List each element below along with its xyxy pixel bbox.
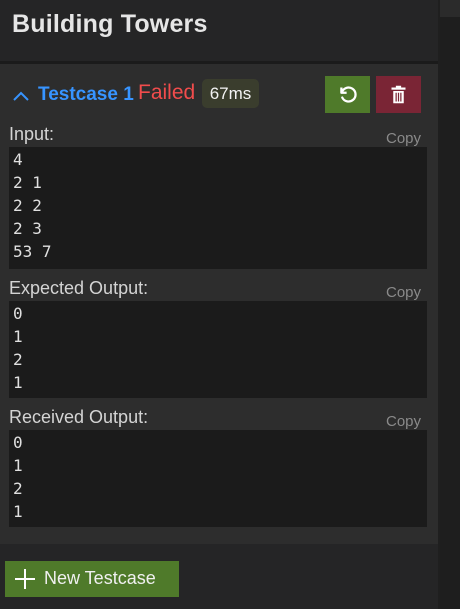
input-line: 4	[13, 150, 23, 169]
problem-title: Building Towers	[12, 10, 208, 38]
trash-icon	[391, 85, 406, 104]
input-box[interactable]: 4 2 1 2 2 2 3 53 7	[9, 147, 427, 269]
input-label: Input:	[9, 124, 55, 144]
new-testcase-label: New Testcase	[44, 568, 156, 588]
delete-button[interactable]	[376, 76, 421, 113]
expected-output-box[interactable]: 0 1 2 1	[9, 301, 427, 398]
received-line: 1	[13, 502, 23, 521]
expected-line: 2	[13, 350, 23, 369]
scrollbar-thumb[interactable]	[440, 0, 460, 17]
input-copy-button[interactable]: Copy	[386, 130, 421, 147]
chevron-up-icon[interactable]	[12, 90, 30, 102]
rerun-icon	[340, 86, 357, 103]
received-line: 2	[13, 479, 23, 498]
scrollbar[interactable]	[440, 0, 460, 609]
input-line: 53 7	[13, 242, 52, 261]
testcase-panel: Building Towers Testcase 1 Failed 67ms I…	[0, 0, 438, 609]
received-output-box[interactable]: 0 1 2 1	[9, 430, 427, 527]
received-line: 1	[13, 456, 23, 475]
expected-line: 1	[13, 373, 23, 392]
new-testcase-button[interactable]: New Testcase	[5, 561, 179, 597]
testcase-name[interactable]: Testcase 1	[38, 84, 134, 106]
app-window: Building Towers Testcase 1 Failed 67ms I…	[0, 0, 460, 609]
testcase-status: Failed	[138, 81, 196, 104]
rerun-button[interactable]	[325, 76, 370, 113]
testcase-card: Testcase 1 Failed 67ms Input: Copy 4 2 1…	[0, 64, 438, 544]
expected-copy-button[interactable]: Copy	[386, 284, 421, 301]
input-line: 2 3	[13, 219, 42, 238]
execution-time-badge: 67ms	[202, 79, 259, 108]
testcase-header: Testcase 1 Failed 67ms	[0, 76, 438, 116]
expected-line: 0	[13, 304, 23, 323]
received-copy-button[interactable]: Copy	[386, 413, 421, 430]
expected-line: 1	[13, 327, 23, 346]
expected-output-label: Expected Output:	[9, 278, 149, 298]
received-line: 0	[13, 433, 23, 452]
input-line: 2 1	[13, 173, 42, 192]
plus-icon	[15, 569, 35, 589]
received-output-label: Received Output:	[9, 407, 149, 427]
input-line: 2 2	[13, 196, 42, 215]
